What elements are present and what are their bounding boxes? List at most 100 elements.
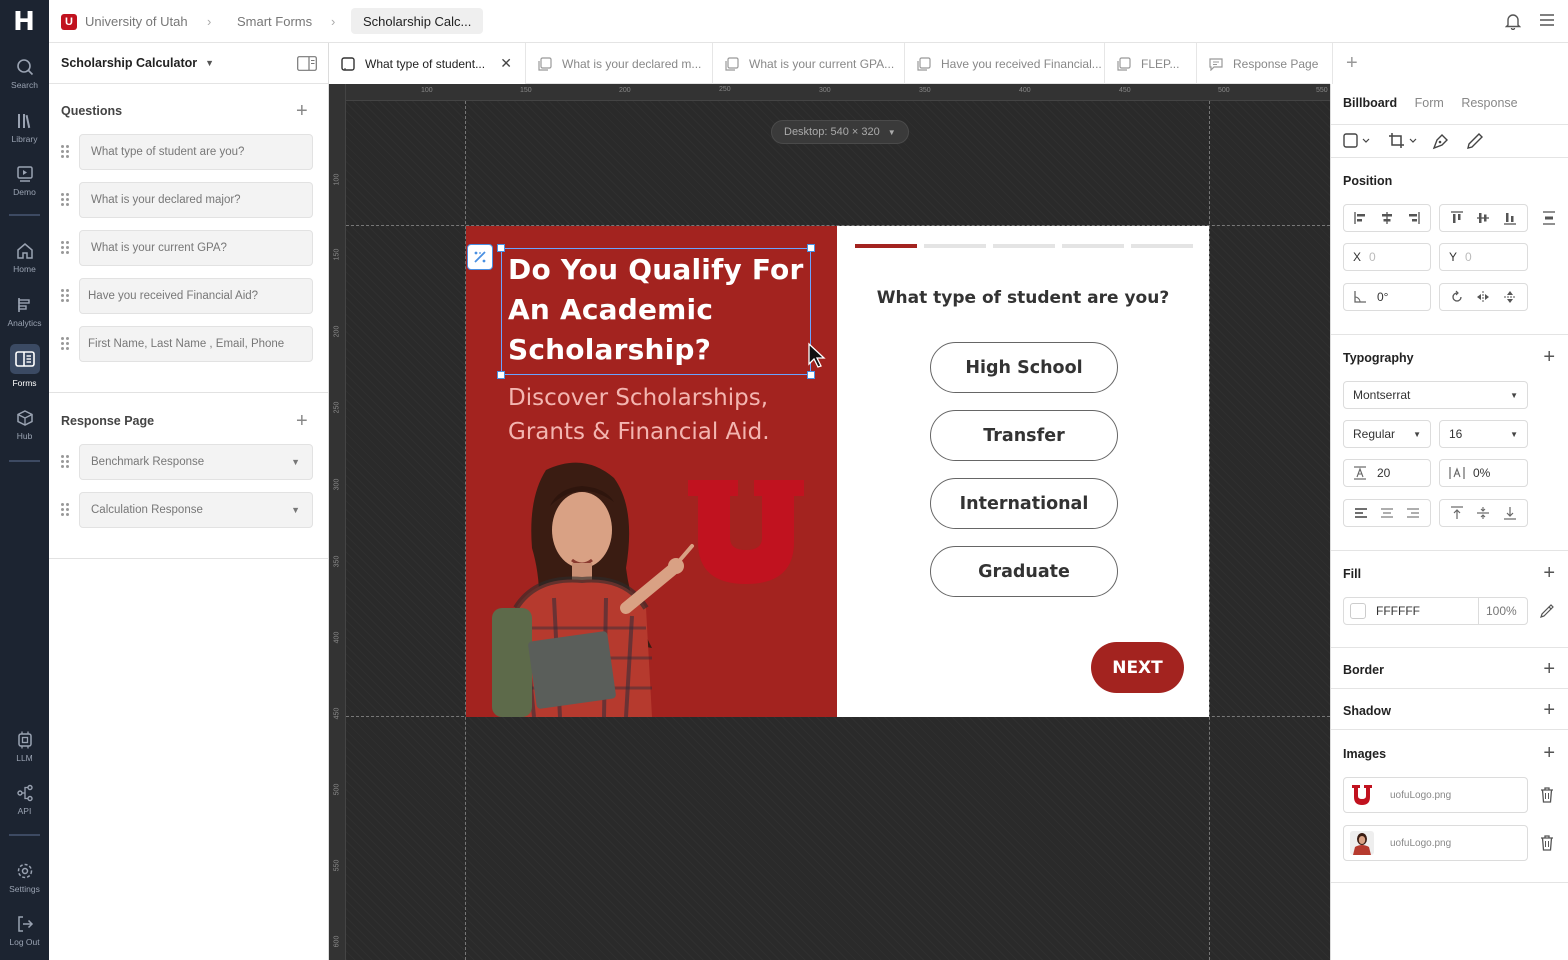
crop-tool-icon[interactable] (1388, 132, 1420, 150)
rail-hub[interactable]: Hub (0, 409, 49, 441)
question-item[interactable]: What is your current GPA? (79, 230, 313, 266)
tab-response[interactable]: Response (1461, 96, 1517, 110)
app-logo[interactable]: H (12, 9, 36, 35)
text-align-top-icon[interactable] (1450, 506, 1464, 520)
text-align-right-icon[interactable] (1406, 506, 1420, 520)
font-size-select[interactable]: 16 ▼ (1439, 420, 1528, 448)
align-middle-icon[interactable] (1476, 211, 1490, 225)
rail-logout[interactable]: Log Out (0, 915, 49, 947)
response-item[interactable]: Calculation Response ▼ (79, 492, 313, 528)
tab-question-1[interactable]: What type of student... ✕ (329, 43, 526, 84)
breadcrumb-section[interactable]: Smart Forms (237, 0, 312, 43)
trash-icon[interactable] (1540, 835, 1554, 851)
question-item[interactable]: First Name, Last Name , Email, Phone (79, 326, 313, 362)
x-field[interactable]: X 0 (1343, 243, 1431, 271)
breadcrumb-current[interactable]: Scholarship Calc... (351, 8, 484, 34)
image-row[interactable]: uofuLogo.png (1343, 825, 1528, 861)
response-item[interactable]: Benchmark Response ▼ (79, 444, 313, 480)
question-item[interactable]: Have you received Financial Aid? (79, 278, 313, 314)
add-border-button[interactable]: + (1543, 659, 1555, 679)
trash-icon[interactable] (1540, 787, 1554, 803)
breadcrumb-org[interactable]: U University of Utah (61, 0, 188, 43)
horizontal-align-group[interactable] (1343, 204, 1431, 232)
align-center-h-icon[interactable] (1380, 211, 1394, 225)
tab-response-page[interactable]: Response Page (1197, 43, 1333, 84)
bell-icon[interactable] (1505, 12, 1521, 30)
letter-spacing-field[interactable]: 0% (1439, 459, 1528, 487)
rail-settings[interactable]: Settings (0, 862, 49, 894)
resize-handle[interactable] (807, 244, 815, 252)
frame-tool-icon[interactable] (1343, 133, 1373, 149)
form-selector[interactable]: Scholarship Calculator ▼ (49, 43, 328, 84)
align-right-icon[interactable] (1406, 211, 1420, 225)
align-left-icon[interactable] (1354, 211, 1368, 225)
align-top-icon[interactable] (1450, 211, 1464, 225)
panel-toggle-icon[interactable] (297, 56, 317, 71)
question-item[interactable]: What is your declared major? (79, 182, 313, 218)
option-button[interactable]: Transfer (930, 410, 1118, 461)
rail-library[interactable]: Library (0, 112, 49, 144)
line-height-field[interactable]: 20 (1343, 459, 1431, 487)
vertical-align-group[interactable] (1439, 204, 1528, 232)
text-align-bottom-icon[interactable] (1503, 506, 1517, 520)
y-field[interactable]: Y 0 (1439, 243, 1528, 271)
editor-canvas[interactable]: 100 150 200 250 300 350 400 450 500 550 … (329, 84, 1330, 960)
transform-group[interactable] (1439, 283, 1528, 311)
rail-llm[interactable]: LLM (0, 731, 49, 763)
image-row[interactable]: uofuLogo.png (1343, 777, 1528, 813)
eyedropper-icon[interactable] (1540, 604, 1554, 618)
fill-color-field[interactable]: FFFFFF 100% (1343, 597, 1528, 625)
flip-vertical-icon[interactable] (1503, 290, 1517, 304)
drag-handle-icon[interactable] (61, 145, 69, 159)
rail-forms[interactable]: Forms (0, 344, 49, 388)
font-weight-select[interactable]: Regular ▼ (1343, 420, 1431, 448)
pencil-tool-icon[interactable] (1466, 132, 1484, 150)
device-size-selector[interactable]: Desktop: 540 × 320 ▼ (771, 120, 909, 144)
text-valign-group[interactable] (1439, 499, 1528, 527)
add-tab-button[interactable]: + (1346, 52, 1358, 75)
add-image-button[interactable]: + (1543, 743, 1555, 763)
rotate-icon[interactable] (1450, 290, 1464, 304)
rail-home[interactable]: Home (0, 242, 49, 274)
drag-handle-icon[interactable] (61, 193, 69, 207)
text-align-left-icon[interactable] (1354, 506, 1368, 520)
drag-handle-icon[interactable] (61, 289, 69, 303)
tab-form[interactable]: Form (1415, 96, 1444, 110)
fill-swatch[interactable] (1350, 603, 1366, 619)
rotation-field[interactable]: 0° (1343, 283, 1431, 311)
tab-question-3[interactable]: What is your current GPA... (713, 43, 905, 84)
option-button[interactable]: International (930, 478, 1118, 529)
close-icon[interactable]: ✕ (500, 55, 512, 72)
selection-box[interactable] (497, 244, 815, 379)
menu-icon[interactable] (1539, 13, 1555, 27)
tab-question-5[interactable]: FLEP... (1105, 43, 1197, 84)
billboard-subline[interactable]: Discover Scholarships, Grants & Financia… (508, 381, 808, 449)
rail-api[interactable]: API (0, 784, 49, 816)
font-family-select[interactable]: Montserrat ▼ (1343, 381, 1528, 409)
add-response-button[interactable]: + (296, 411, 308, 431)
option-button[interactable]: Graduate (930, 546, 1118, 597)
question-item[interactable]: What type of student are you? (79, 134, 313, 170)
distribute-icon[interactable] (1542, 211, 1556, 225)
rail-demo[interactable]: Demo (0, 165, 49, 197)
drag-handle-icon[interactable] (61, 337, 69, 351)
resize-handle[interactable] (497, 371, 505, 379)
drag-handle-icon[interactable] (61, 241, 69, 255)
pen-tool-icon[interactable] (1432, 132, 1450, 150)
option-button[interactable]: High School (930, 342, 1118, 393)
text-align-middle-icon[interactable] (1476, 506, 1490, 520)
drag-handle-icon[interactable] (61, 503, 69, 517)
tab-question-2[interactable]: What is your declared m... (526, 43, 713, 84)
drag-handle-icon[interactable] (61, 455, 69, 469)
add-typography-button[interactable]: + (1543, 347, 1555, 367)
resize-handle[interactable] (497, 244, 505, 252)
text-align-center-icon[interactable] (1380, 506, 1394, 520)
rail-analytics[interactable]: Analytics (0, 296, 49, 328)
billboard-image-panel[interactable]: Do You Qualify For An Academic Scholarsh… (466, 226, 837, 717)
align-bottom-icon[interactable] (1503, 211, 1517, 225)
text-align-group[interactable] (1343, 499, 1431, 527)
rail-search[interactable]: Search (0, 58, 49, 90)
add-fill-button[interactable]: + (1543, 563, 1555, 583)
next-button[interactable]: NEXT (1091, 642, 1184, 693)
resize-handle[interactable] (807, 371, 815, 379)
